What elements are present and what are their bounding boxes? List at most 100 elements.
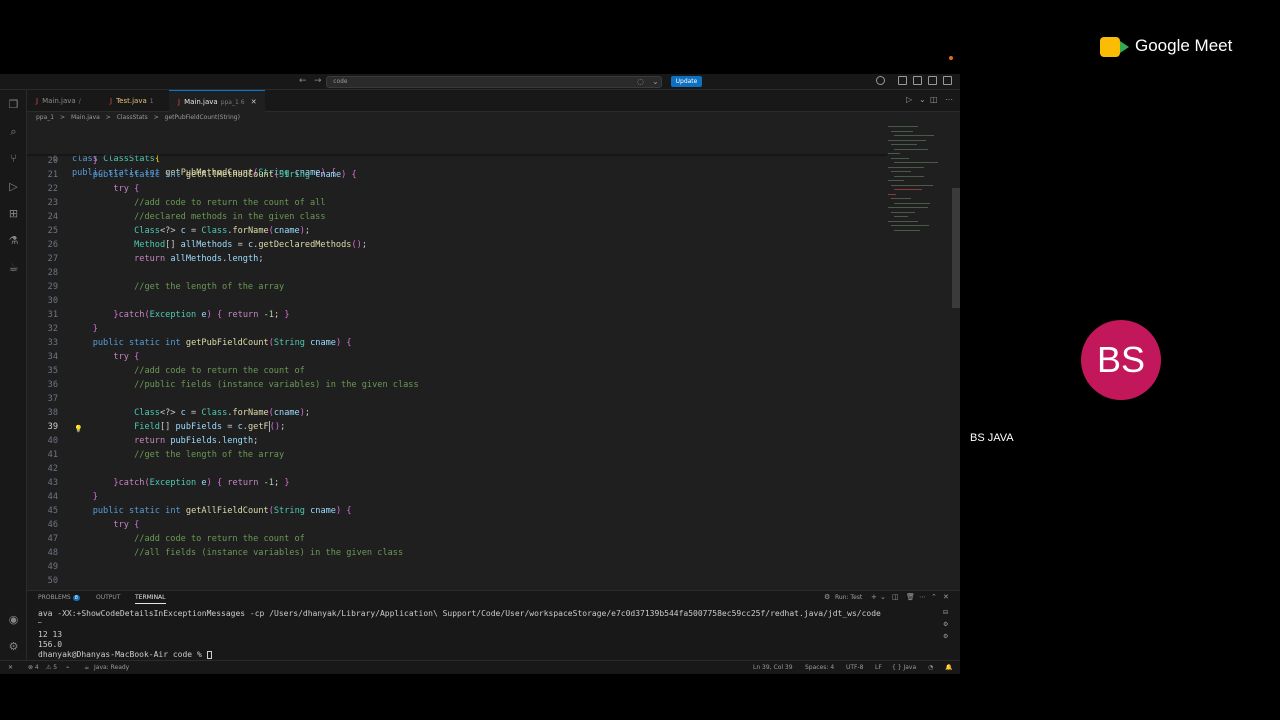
run-icon[interactable]: ▷ (906, 95, 912, 104)
layout-icon[interactable] (898, 76, 907, 85)
code-line[interactable]: 40 return pubFields.length; (27, 434, 887, 448)
terminal-list-icon[interactable]: ⚙ (943, 633, 948, 640)
code-line[interactable]: 21 public static int getAllMethodCount(S… (27, 168, 887, 182)
code-line[interactable]: 41 //get the length of the array (27, 448, 887, 462)
notifications-icon[interactable]: 🔔 (945, 664, 952, 671)
command-center-search[interactable]: code ◌ ⌄ (326, 76, 662, 88)
code-line[interactable]: 27 return allMethods.length; (27, 252, 887, 266)
close-icon[interactable]: ✕ (943, 593, 949, 601)
code-line[interactable]: 29 //get the length of the array (27, 280, 887, 294)
remote-icon[interactable]: ✕ (8, 664, 13, 671)
code-line[interactable]: 24 //declared methods in the given class (27, 210, 887, 224)
forward-arrow-icon[interactable]: → (314, 76, 322, 86)
update-button[interactable]: Update (671, 76, 702, 87)
breadcrumb-item[interactable]: getPubFieldCount(String) (165, 114, 240, 121)
minimap-line (888, 207, 928, 208)
language-mode[interactable]: { } Java (892, 664, 916, 671)
cursor-position[interactable]: Ln 39, Col 39 (753, 664, 793, 671)
maximize-panel-icon[interactable]: ⌃ (931, 593, 937, 601)
code-line[interactable]: 20 } (27, 154, 887, 168)
copilot-icon[interactable]: ◌ (637, 77, 644, 86)
code-line[interactable]: 23 //add code to return the count of all (27, 196, 887, 210)
editor-scrollbar[interactable] (952, 188, 960, 308)
tab-main-java-active[interactable]: J Main.java ppa_1 6 ✕ (169, 90, 265, 112)
search-icon[interactable]: ⌕ (7, 125, 20, 138)
code-line[interactable]: 42 (27, 462, 887, 476)
end-of-line[interactable]: LF (875, 664, 882, 671)
code-line[interactable]: 35 //add code to return the count of (27, 364, 887, 378)
code-line[interactable]: 44 } (27, 490, 887, 504)
minimap[interactable] (884, 122, 952, 242)
kill-terminal-icon[interactable]: 🗑 (906, 593, 915, 601)
settings-gear-icon[interactable]: ⚙ (7, 640, 20, 653)
code-line[interactable]: 48 //all fields (instance variables) in … (27, 546, 887, 560)
participant-tile[interactable]: BS BS JAVA (962, 270, 1280, 450)
close-icon[interactable]: ✕ (251, 98, 257, 106)
copilot-icon[interactable]: ◔ (928, 664, 933, 671)
code-line[interactable]: 36 //public fields (instance variables) … (27, 378, 887, 392)
extensions-icon[interactable]: ⊞ (7, 207, 20, 220)
code-line[interactable]: 25 Class<?> c = Class.forName(cname); (27, 224, 887, 238)
encoding[interactable]: UTF-8 (846, 664, 864, 671)
code-line[interactable]: 22 try { (27, 182, 887, 196)
code-line[interactable]: 46 try { (27, 518, 887, 532)
breadcrumb-item[interactable]: ppa_1 (36, 114, 54, 121)
code-line[interactable]: 34 try { (27, 350, 887, 364)
explorer-icon[interactable]: ❐ (7, 98, 20, 111)
minimap-line (894, 216, 908, 217)
breadcrumb-separator: > (60, 114, 66, 121)
code-line[interactable]: 47 //add code to return the count of (27, 532, 887, 546)
more-actions-icon[interactable]: ⋯ (945, 95, 953, 104)
code-line[interactable]: 43 }catch(Exception e) { return -1; } (27, 476, 887, 490)
code-line[interactable]: 30 (27, 294, 887, 308)
account-icon[interactable]: ◉ (7, 613, 20, 626)
code-line[interactable]: 37 (27, 392, 887, 406)
terminal-prompt[interactable]: dhanyak@Dhanyas-MacBook-Air code % (38, 650, 212, 659)
code-line[interactable]: 28 (27, 266, 887, 280)
code-line[interactable]: 💡 39 Field[] pubFields = c.getF(); (27, 420, 887, 434)
code-editor[interactable]: 5 class ClassStats{ 6 public static int … (27, 124, 952, 586)
code-line[interactable]: 33 public static int getPubFieldCount(St… (27, 336, 887, 350)
code-line[interactable]: 49 (27, 560, 887, 574)
java-projects-icon[interactable]: ☕ (7, 261, 20, 274)
indentation[interactable]: Spaces: 4 (805, 664, 834, 671)
run-test-label[interactable]: Run: Test (835, 594, 862, 601)
terminal-list-icon[interactable]: ⊟ (943, 609, 948, 616)
sticky-line[interactable]: 6 public static int getPubMethodCount(St… (27, 138, 887, 178)
code-line[interactable]: 32 } (27, 322, 887, 336)
tab-problems[interactable]: PROBLEMS 8 (38, 594, 80, 601)
tab-test-java[interactable]: J Test.java 1 (101, 90, 169, 112)
tab-output[interactable]: OUTPUT (96, 594, 120, 601)
code-line[interactable]: 38 Class<?> c = Class.forName(cname); (27, 406, 887, 420)
account-icon[interactable] (876, 76, 885, 85)
code-line[interactable]: 50 (27, 574, 887, 588)
code-line[interactable]: 45 public static int getAllFieldCount(St… (27, 504, 887, 518)
error-count[interactable]: ⊗ 4 (28, 664, 39, 671)
breadcrumb-item[interactable]: ClassStats (117, 114, 148, 121)
java-ready[interactable]: Java: Ready (94, 664, 129, 671)
chevron-down-icon[interactable]: ⌄ (919, 95, 926, 104)
line-number: 32 (47, 324, 58, 334)
tab-main-java[interactable]: J Main.java / (27, 90, 99, 112)
ports-icon[interactable]: ⌁ (66, 664, 70, 671)
terminal-list-icon[interactable]: ⚙ (943, 621, 948, 628)
source-control-icon[interactable]: ⑂ (7, 152, 20, 165)
new-terminal-icon[interactable]: + (871, 593, 877, 601)
split-terminal-icon[interactable]: ◫ (892, 593, 899, 601)
tab-terminal[interactable]: TERMINAL (135, 594, 166, 604)
back-arrow-icon[interactable]: ← (299, 76, 307, 86)
toggle-panel-icon[interactable] (928, 76, 937, 85)
warning-count[interactable]: ⚠ 5 (46, 664, 57, 671)
split-editor-icon[interactable]: ◫ (930, 95, 938, 104)
chevron-down-icon[interactable]: ⌄ (880, 593, 886, 601)
code-line[interactable]: 26 Method[] allMethods = c.getDeclaredMe… (27, 238, 887, 252)
toggle-sidebar-icon[interactable] (913, 76, 922, 85)
toggle-secondary-sidebar-icon[interactable] (943, 76, 952, 85)
breadcrumb-item[interactable]: Main.java (71, 114, 100, 121)
run-debug-icon[interactable]: ▷ (7, 180, 20, 193)
chevron-down-icon[interactable]: ⌄ (652, 77, 659, 86)
code-line[interactable]: 31 }catch(Exception e) { return -1; } (27, 308, 887, 322)
more-actions-icon[interactable]: ⋯ (919, 593, 926, 601)
sticky-line[interactable]: 5 class ClassStats{ (27, 124, 887, 164)
testing-icon[interactable]: ⚗ (7, 234, 20, 247)
